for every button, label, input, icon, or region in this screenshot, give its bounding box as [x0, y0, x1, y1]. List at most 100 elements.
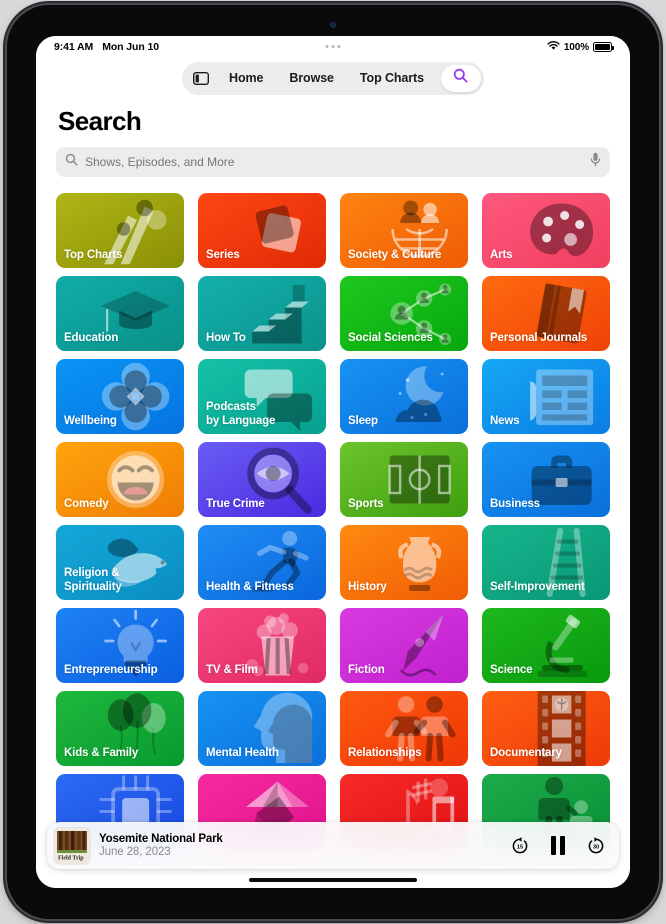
category-tile[interactable]: Society & Culture	[340, 193, 468, 268]
pause-button[interactable]	[550, 836, 565, 855]
category-tile[interactable]: Wellbeing	[56, 359, 184, 434]
status-bar-left: 9:41 AM Mon Jun 10	[54, 41, 159, 53]
tab-browse[interactable]: Browse	[276, 65, 347, 92]
tab-top-charts[interactable]: Top Charts	[347, 65, 437, 92]
tab-search[interactable]	[440, 64, 481, 92]
category-label: Comedy	[64, 497, 109, 510]
category-label: Top Charts	[64, 248, 123, 261]
category-label: Kids & Family	[64, 746, 139, 759]
sidebar-toggle-icon[interactable]	[185, 65, 216, 92]
tab-home[interactable]: Home	[216, 65, 276, 92]
track-meta: Yosemite National Park June 28, 2023	[99, 833, 501, 858]
category-label: Health & Fitness	[206, 580, 294, 593]
category-tile[interactable]: Mental Health	[198, 691, 326, 766]
navigation-bar: Home Browse Top Charts	[36, 58, 630, 98]
search-page: Search Top ChartsSeriesS	[36, 98, 630, 888]
category-label: Self-Improvement	[490, 580, 585, 593]
pause-bar	[560, 836, 565, 855]
category-label: Personal Journals	[490, 331, 588, 344]
category-tile[interactable]: Relationships	[340, 691, 468, 766]
category-tile[interactable]: Sports	[340, 442, 468, 517]
skip-forward-label: 30	[593, 844, 599, 850]
microphone-icon[interactable]	[590, 152, 601, 172]
category-tile[interactable]: Education	[56, 276, 184, 351]
search-field[interactable]	[56, 147, 610, 177]
ipad-device: 9:41 AM Mon Jun 10 100% Home Browse Top …	[7, 5, 659, 919]
category-tile[interactable]: Documentary	[482, 691, 610, 766]
page-title: Search	[58, 106, 142, 136]
category-tile[interactable]: Entrepreneurship	[56, 608, 184, 683]
category-label: True Crime	[206, 497, 265, 510]
category-label: TV & Film	[206, 663, 258, 676]
category-label: Business	[490, 497, 540, 510]
player-controls: 15 30	[510, 836, 607, 856]
home-indicator[interactable]	[249, 877, 417, 882]
multitask-dot	[331, 45, 335, 48]
nav-pill: Home Browse Top Charts	[182, 61, 484, 95]
search-icon	[453, 68, 468, 88]
artwork[interactable]: Field Trip	[54, 827, 90, 864]
category-tile[interactable]: History	[340, 525, 468, 600]
now-playing-bar[interactable]: Field Trip Yosemite National Park June 2…	[47, 822, 619, 869]
category-label: Fiction	[348, 663, 385, 676]
screen: 9:41 AM Mon Jun 10 100% Home Browse Top …	[36, 36, 630, 888]
category-label: Relationships	[348, 746, 422, 759]
status-date: Mon Jun 10	[102, 41, 159, 53]
category-tile[interactable]: Self-Improvement	[482, 525, 610, 600]
category-label: Entrepreneurship	[64, 663, 158, 676]
category-label: Mental Health	[206, 746, 279, 759]
category-label: Sports	[348, 497, 384, 510]
category-tile[interactable]: Religion & Spirituality	[56, 525, 184, 600]
category-label: Education	[64, 331, 119, 344]
category-label: Arts	[490, 248, 513, 261]
category-tile[interactable]: Comedy	[56, 442, 184, 517]
category-tile[interactable]: Arts	[482, 193, 610, 268]
category-label: Society & Culture	[348, 248, 442, 261]
category-tile[interactable]: Kids & Family	[56, 691, 184, 766]
status-bar-right: 100%	[547, 40, 614, 54]
status-bar: 9:41 AM Mon Jun 10 100%	[36, 36, 630, 58]
category-tile[interactable]: Science	[482, 608, 610, 683]
pause-bar	[550, 836, 556, 855]
category-label: Social Sciences	[348, 331, 433, 344]
search-icon	[65, 153, 78, 171]
category-grid: Top Charts Series Society & Culture Arts Edu…	[56, 193, 610, 849]
svg-text:Field Trip: Field Trip	[58, 855, 84, 861]
category-label: History	[348, 580, 387, 593]
category-label: Wellbeing	[64, 414, 117, 427]
category-tile[interactable]: Sleep	[340, 359, 468, 434]
front-camera	[330, 22, 336, 28]
category-tile[interactable]: Podcasts by Language	[198, 359, 326, 434]
track-date: June 28, 2023	[99, 846, 171, 858]
category-label: Podcasts by Language	[206, 400, 276, 427]
category-tile[interactable]: Social Sciences	[340, 276, 468, 351]
category-label: Science	[490, 663, 533, 676]
category-label: News	[490, 414, 520, 427]
category-label: Documentary	[490, 746, 562, 759]
multitask-dot	[337, 45, 341, 48]
battery-percent: 100%	[563, 41, 589, 53]
category-tile[interactable]: Top Charts	[56, 193, 184, 268]
category-tile[interactable]: TV & Film	[198, 608, 326, 683]
skip-forward-30-icon[interactable]: 30	[586, 836, 606, 856]
category-label: Religion & Spirituality	[64, 566, 122, 593]
category-label: Sleep	[348, 414, 378, 427]
category-tile[interactable]: Series	[198, 193, 326, 268]
category-tile[interactable]: Personal Journals	[482, 276, 610, 351]
category-tile[interactable]: How To	[198, 276, 326, 351]
search-input[interactable]	[85, 155, 583, 169]
skip-back-15-icon[interactable]: 15	[510, 836, 530, 856]
category-label: Series	[206, 248, 240, 261]
category-tile[interactable]: True Crime	[198, 442, 326, 517]
category-tile[interactable]: News	[482, 359, 610, 434]
multitask-handle[interactable]	[325, 45, 341, 48]
category-tile[interactable]: Business	[482, 442, 610, 517]
category-tile[interactable]: Fiction	[340, 608, 468, 683]
multitask-dot	[325, 45, 329, 48]
status-time: 9:41 AM	[54, 41, 94, 53]
category-tile[interactable]: Health & Fitness	[198, 525, 326, 600]
category-label: How To	[206, 331, 246, 344]
wifi-icon	[547, 40, 560, 54]
battery-icon	[593, 42, 614, 52]
track-title: Yosemite National Park	[99, 833, 223, 845]
